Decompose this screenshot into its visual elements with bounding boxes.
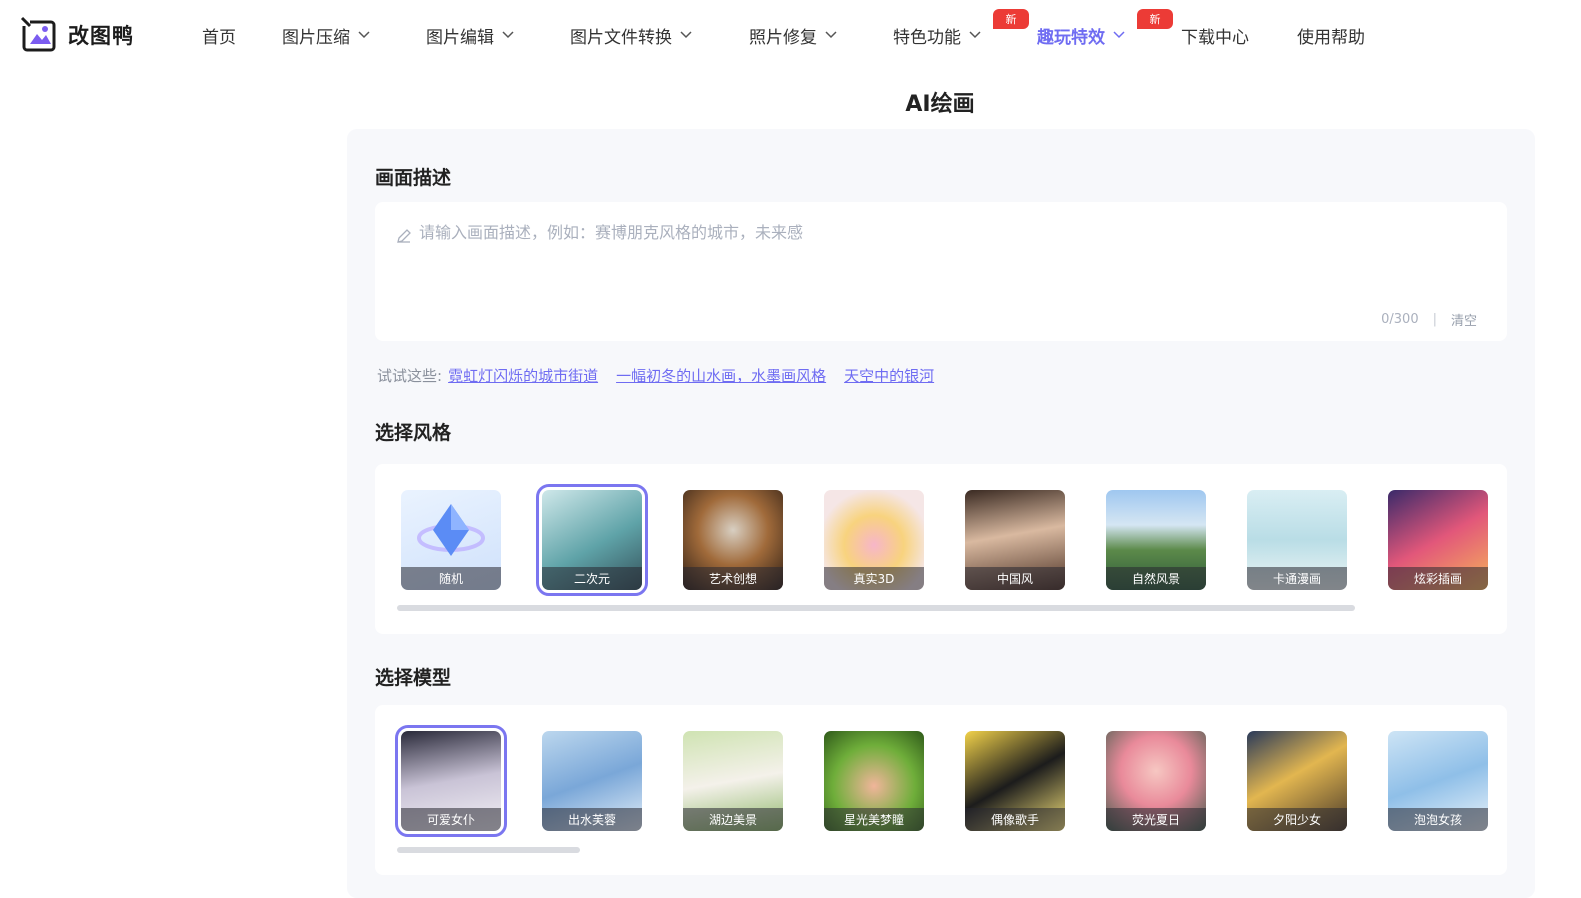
nav-item-label: 图片文件转换 bbox=[570, 27, 672, 48]
style-item-anime[interactable]: 二次元 bbox=[536, 484, 648, 596]
style-item-chinese[interactable]: 中国风 bbox=[965, 490, 1065, 590]
model-item-label: 出水芙蓉 bbox=[542, 808, 642, 831]
chevron-down-icon bbox=[680, 31, 692, 39]
style-item-random[interactable]: 随机 bbox=[401, 490, 501, 590]
model-item-label: 荧光夏日 bbox=[1106, 808, 1206, 831]
model-section-title: 选择模型 bbox=[375, 667, 452, 689]
nav-item-label: 使用帮助 bbox=[1297, 27, 1365, 48]
nav-item-home[interactable]: 首页 bbox=[202, 22, 236, 48]
model-item-label: 星光美梦瞳 bbox=[824, 808, 924, 831]
char-counter: 0/300 bbox=[1381, 312, 1419, 327]
nav-item-convert[interactable]: 图片文件转换 bbox=[570, 22, 692, 48]
model-item-bubble[interactable]: 泡泡女孩 bbox=[1388, 731, 1488, 831]
style-item-colorful[interactable]: 炫彩插画 bbox=[1388, 490, 1488, 590]
model-item-summer[interactable]: 荧光夏日 bbox=[1106, 731, 1206, 831]
page-title: AI绘画 bbox=[905, 92, 975, 117]
prompt-box: 0/300 | 清空 bbox=[375, 202, 1507, 341]
new-badge: 新 bbox=[993, 9, 1029, 29]
chevron-down-icon bbox=[502, 31, 514, 39]
new-badge: 新 bbox=[1137, 9, 1173, 29]
style-item-label: 随机 bbox=[401, 567, 501, 590]
style-item-label: 真实3D bbox=[824, 567, 924, 590]
suggestion-link[interactable]: 霓虹灯闪烁的城市街道 bbox=[448, 365, 598, 386]
style-item-label: 中国风 bbox=[965, 567, 1065, 590]
style-item-label: 炫彩插画 bbox=[1388, 567, 1488, 590]
nav-item-compress[interactable]: 图片压缩 bbox=[282, 22, 370, 48]
nav-item-repair[interactable]: 照片修复 bbox=[749, 22, 837, 48]
style-item-label: 自然风景 bbox=[1106, 567, 1206, 590]
counter-separator: | bbox=[1432, 312, 1437, 327]
clear-button[interactable]: 清空 bbox=[1451, 310, 1477, 329]
nav-item-downloads[interactable]: 下载中心 bbox=[1181, 22, 1249, 48]
model-item-label: 泡泡女孩 bbox=[1388, 808, 1488, 831]
logo-icon bbox=[20, 16, 58, 54]
diamond-icon bbox=[417, 504, 485, 556]
model-item-sunset[interactable]: 夕阳少女 bbox=[1247, 731, 1347, 831]
chevron-down-icon bbox=[825, 31, 837, 39]
style-selector: 随机 二次元 艺术创想 真实3D 中国风 自然风景 卡通漫画 炫彩插画 bbox=[375, 464, 1507, 634]
suggestions: 试试这些: 霓虹灯闪烁的城市街道 一幅初冬的山水画，水墨画风格 天空中的银河 bbox=[377, 365, 934, 386]
style-item-cartoon[interactable]: 卡通漫画 bbox=[1247, 490, 1347, 590]
nav-item-label: 图片编辑 bbox=[426, 27, 494, 48]
suggestion-link[interactable]: 天空中的银河 bbox=[844, 365, 934, 386]
chevron-down-icon bbox=[969, 31, 981, 39]
nav-item-label: 图片压缩 bbox=[282, 27, 350, 48]
style-item-3d[interactable]: 真实3D bbox=[824, 490, 924, 590]
brand-name: 改图鸭 bbox=[68, 24, 134, 48]
prompt-input[interactable] bbox=[395, 220, 1485, 310]
nav-item-help[interactable]: 使用帮助 bbox=[1297, 22, 1365, 48]
ai-drawing-panel: 画面描述 0/300 | 清空 试试这些: 霓虹灯闪烁的城市街道 一幅初冬的山水… bbox=[347, 129, 1535, 898]
model-item-label: 夕阳少女 bbox=[1247, 808, 1347, 831]
model-item-lakeside[interactable]: 湖边美景 bbox=[683, 731, 783, 831]
suggestion-link[interactable]: 一幅初冬的山水画，水墨画风格 bbox=[616, 365, 826, 386]
nav-item-edit[interactable]: 图片编辑 bbox=[426, 22, 514, 48]
style-section-title: 选择风格 bbox=[375, 422, 452, 444]
model-item-maid[interactable]: 可爱女仆 bbox=[395, 725, 507, 837]
nav-item-label: 首页 bbox=[202, 27, 236, 48]
style-item-label: 二次元 bbox=[542, 567, 642, 590]
style-item-label: 卡通漫画 bbox=[1247, 567, 1347, 590]
nav-item-label: 趣玩特效 bbox=[1037, 27, 1105, 48]
nav-item-label: 照片修复 bbox=[749, 27, 817, 48]
nav-item-label: 下载中心 bbox=[1181, 27, 1249, 48]
model-selector: 可爱女仆 出水芙蓉 湖边美景 星光美梦瞳 偶像歌手 荧光夏日 夕阳少女 泡泡女孩 bbox=[375, 705, 1507, 875]
model-item-starlight[interactable]: 星光美梦瞳 bbox=[824, 731, 924, 831]
nav-item-features[interactable]: 特色功能 bbox=[893, 22, 981, 48]
model-item-label: 湖边美景 bbox=[683, 808, 783, 831]
logo[interactable]: 改图鸭 bbox=[20, 16, 134, 54]
nav-item-label: 特色功能 bbox=[893, 27, 961, 48]
style-scrollbar[interactable] bbox=[397, 605, 1355, 611]
model-item-label: 可爱女仆 bbox=[401, 808, 501, 831]
prompt-section-title: 画面描述 bbox=[375, 167, 452, 189]
suggestions-label: 试试这些: bbox=[377, 367, 443, 385]
model-scrollbar[interactable] bbox=[397, 847, 580, 853]
nav-item-fun-effects[interactable]: 趣玩特效 bbox=[1037, 22, 1125, 48]
model-item-label: 偶像歌手 bbox=[965, 808, 1065, 831]
style-item-label: 艺术创想 bbox=[683, 567, 783, 590]
style-item-art[interactable]: 艺术创想 bbox=[683, 490, 783, 590]
style-item-landscape[interactable]: 自然风景 bbox=[1106, 490, 1206, 590]
chevron-down-icon bbox=[1113, 31, 1125, 39]
model-item-lotus[interactable]: 出水芙蓉 bbox=[542, 731, 642, 831]
model-item-idol[interactable]: 偶像歌手 bbox=[965, 731, 1065, 831]
prompt-counter-bar: 0/300 | 清空 bbox=[1381, 310, 1477, 329]
chevron-down-icon bbox=[358, 31, 370, 39]
top-nav: 改图鸭 首页 图片压缩 图片编辑 图片文件转换 照片修复 特色功能 新 趣玩特效… bbox=[0, 0, 1581, 72]
